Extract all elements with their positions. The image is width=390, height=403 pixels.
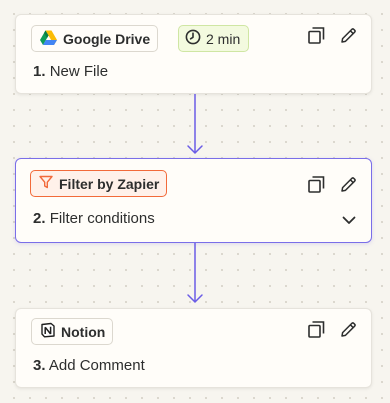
app-badge-google-drive: Google Drive — [31, 25, 159, 52]
google-drive-icon — [40, 30, 57, 48]
step-card-2[interactable]: Filter by Zapier 2. Filter conditions — [15, 158, 372, 243]
copy-icon[interactable] — [307, 175, 325, 193]
app-name: Google Drive — [63, 30, 151, 47]
edit-pencil-icon[interactable] — [339, 26, 357, 44]
app-badge-notion: Notion — [31, 318, 114, 345]
time-label: 2 min — [206, 30, 241, 47]
connector-arrow-2 — [186, 243, 204, 310]
step-name: New File — [49, 63, 109, 80]
edit-pencil-icon[interactable] — [339, 320, 357, 338]
step-name: Add Comment — [48, 357, 145, 374]
step-number: 1. — [33, 63, 46, 80]
app-name: Notion — [61, 323, 106, 340]
step-card-3[interactable]: Notion 3. Add Comment — [15, 308, 372, 388]
time-badge: 2 min — [178, 25, 250, 52]
chevron-down-icon[interactable] — [341, 212, 357, 228]
step-card-1[interactable]: Google Drive 2 min 1. New File — [15, 14, 372, 94]
step-title: 2. Filter conditions — [33, 210, 155, 227]
step-title: 3. Add Comment — [33, 357, 145, 374]
step-number: 3. — [33, 357, 46, 374]
copy-icon[interactable] — [307, 320, 325, 338]
clock-icon — [185, 29, 201, 48]
filter-icon — [39, 175, 53, 192]
app-name: Filter by Zapier — [59, 175, 160, 192]
notion-icon — [40, 322, 56, 341]
step-number: 2. — [33, 210, 46, 227]
connector-arrow-1 — [186, 94, 204, 161]
edit-pencil-icon[interactable] — [339, 175, 357, 193]
copy-icon[interactable] — [307, 26, 325, 44]
step-title: 1. New File — [33, 63, 108, 80]
app-badge-filter: Filter by Zapier — [30, 170, 168, 197]
step-name: Filter conditions — [49, 210, 155, 227]
